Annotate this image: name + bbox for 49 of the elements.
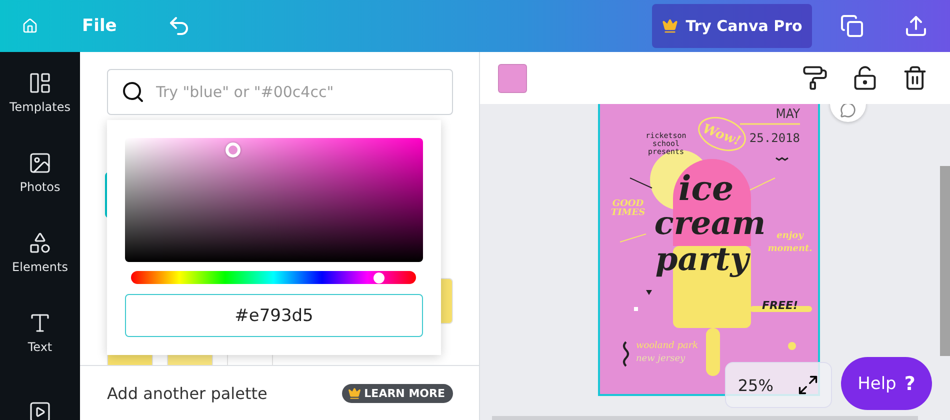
- upload-icon: [904, 14, 928, 38]
- poster-location: wooland park: [636, 341, 698, 351]
- sidebar-item[interactable]: Photos: [0, 132, 80, 212]
- square-shape: [634, 307, 638, 311]
- zoom-level[interactable]: 25%: [738, 376, 774, 394]
- saturation-area[interactable]: [125, 138, 423, 262]
- poster-tag: enjoy: [776, 231, 804, 241]
- wow-speech-bubble: Wow!: [698, 116, 746, 152]
- layout-icon: [28, 70, 52, 94]
- line-shape: [750, 178, 776, 190]
- hue-slider[interactable]: [131, 271, 416, 284]
- learn-more-button[interactable]: LEARN MORE: [342, 384, 453, 402]
- poster-date: 25.2018: [749, 131, 800, 145]
- color-handle[interactable]: [226, 142, 241, 158]
- shapes-icon: [28, 230, 52, 254]
- search-icon: [121, 80, 145, 104]
- play-icon: [28, 400, 52, 420]
- try-pro-button[interactable]: Try Canva Pro: [652, 4, 812, 48]
- poster-tag: TIMES: [610, 208, 646, 218]
- help-button[interactable]: Help ?: [841, 357, 932, 410]
- paint-roller-icon: [802, 65, 828, 91]
- unlocked-padlock-icon: [852, 65, 878, 91]
- zigzag-shape: [776, 157, 788, 161]
- trash-icon: [902, 65, 928, 91]
- scrollbar-thumb[interactable]: [940, 166, 950, 356]
- image-icon: [28, 150, 52, 174]
- search-field[interactable]: Try "blue" or "#00c4cc": [107, 69, 453, 115]
- hex-input[interactable]: #e793d5: [125, 294, 423, 337]
- hue-handle[interactable]: [373, 272, 384, 283]
- expand-icon[interactable]: [797, 374, 820, 396]
- poster-title: party: [655, 240, 749, 278]
- crown-icon: [662, 18, 678, 34]
- triangle-shape: [646, 290, 652, 295]
- poster-tag: moment.: [768, 244, 812, 254]
- squiggle-shape: [623, 341, 629, 367]
- dot-shape: [788, 342, 796, 350]
- chat-icon: [840, 104, 856, 118]
- line-shape: [620, 234, 646, 242]
- copy-icon: [840, 14, 864, 38]
- line-shape: [630, 178, 652, 188]
- sidebar-item[interactable]: Elements: [0, 212, 80, 292]
- crown-icon: [348, 386, 362, 400]
- poster-month: MAY: [776, 107, 800, 122]
- color-swatch-button[interactable]: [498, 64, 527, 92]
- poster-tag: GOOD: [612, 199, 644, 209]
- sidebar-item[interactable]: Text: [0, 292, 80, 372]
- poster-location: new jersey: [636, 354, 686, 364]
- add-palette-label: Add another palette: [107, 384, 268, 402]
- sidebar-item[interactable]: Templates: [0, 52, 80, 132]
